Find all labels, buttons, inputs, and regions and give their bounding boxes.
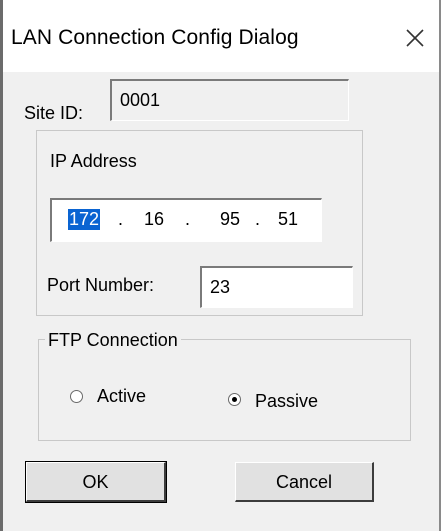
close-button[interactable] [401, 24, 429, 52]
window-frame-left [0, 0, 3, 531]
ip-octet-1[interactable]: 172 [68, 209, 101, 230]
radio-active-label[interactable]: Active [97, 386, 146, 407]
ftp-connection-group [38, 339, 411, 441]
ip-address-heading: IP Address [50, 151, 137, 171]
site-id-label: Site ID: [24, 103, 84, 123]
ftp-connection-heading: FTP Connection [45, 330, 181, 351]
site-id-field[interactable]: 0001 [110, 79, 349, 121]
ip-separator: . [185, 209, 191, 229]
window-title: LAN Connection Config Dialog [11, 26, 299, 49]
radio-selected-dot [232, 397, 237, 402]
ip-address-field[interactable]: 172 . 16 . 95 . 51 [50, 198, 322, 242]
cancel-button[interactable]: Cancel [235, 462, 374, 502]
radio-passive[interactable] [228, 393, 241, 406]
ip-octet-3[interactable]: 95 [220, 209, 240, 230]
site-id-value: 0001 [120, 90, 161, 110]
port-number-label: Port Number: [47, 275, 155, 295]
close-icon [406, 29, 424, 47]
port-number-value: 23 [210, 277, 231, 297]
ip-octet-4[interactable]: 51 [278, 209, 298, 230]
port-number-input[interactable]: 23 [200, 266, 353, 308]
ok-button[interactable]: OK [25, 461, 167, 503]
radio-passive-label[interactable]: Passive [255, 391, 318, 412]
title-bar[interactable]: LAN Connection Config Dialog [3, 0, 439, 72]
ip-octet-2[interactable]: 16 [144, 209, 164, 230]
ip-separator: . [118, 209, 124, 229]
dialog-window: LAN Connection Config Dialog Site ID: 00… [0, 0, 441, 531]
radio-active[interactable] [70, 390, 83, 403]
ip-separator: . [255, 209, 261, 229]
